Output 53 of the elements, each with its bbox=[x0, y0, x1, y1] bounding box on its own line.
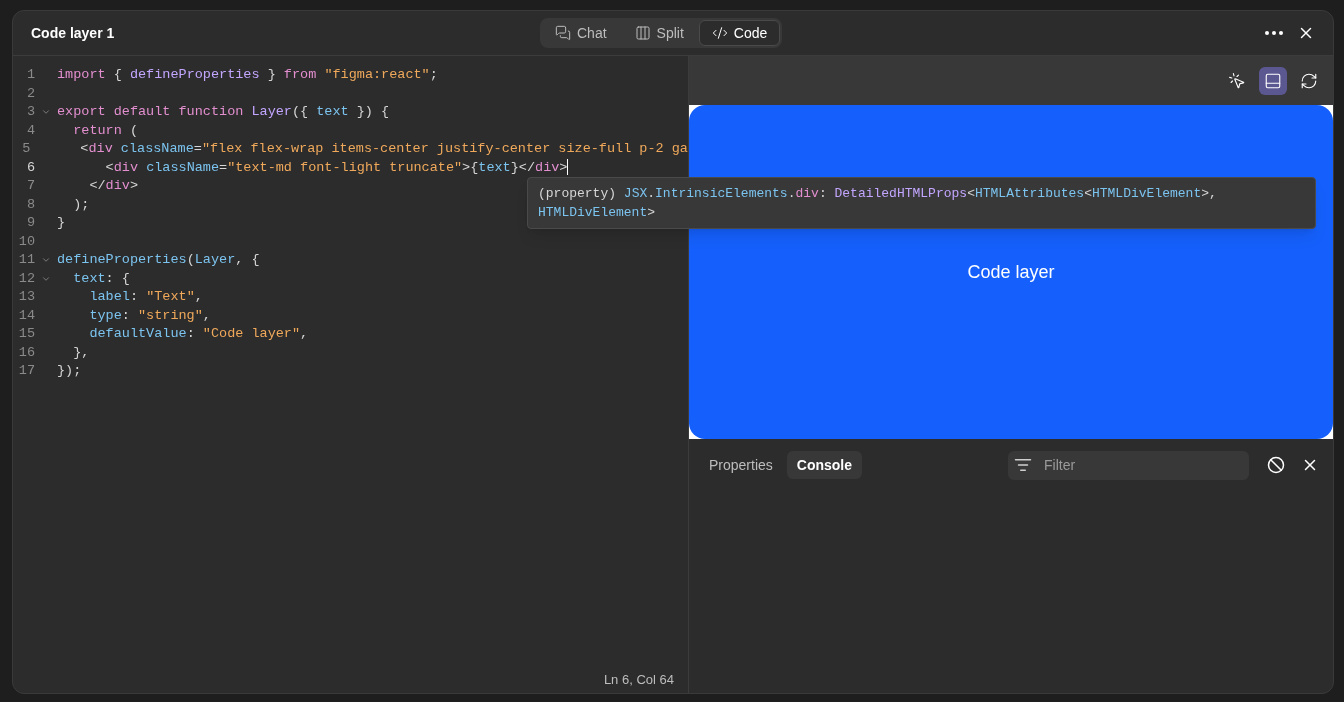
line-number: 6 bbox=[25, 158, 35, 177]
line-number: 2 bbox=[25, 84, 35, 103]
toolbar-button[interactable] bbox=[1259, 66, 1287, 95]
refresh-icon bbox=[1300, 71, 1318, 90]
line-number: 4 bbox=[25, 121, 35, 140]
code-line: } bbox=[57, 214, 66, 232]
code-line: <div className="flex flex-wrap items-center justify-center size-full p-2 ga bbox=[79, 140, 688, 158]
preview-text: Code layer bbox=[967, 260, 1055, 284]
view-tab[interactable]: Split bbox=[621, 20, 697, 46]
view-tab[interactable]: Chat bbox=[542, 20, 620, 46]
code-line: defaultValue: "Code layer", bbox=[88, 325, 309, 343]
line-number: 17 bbox=[17, 362, 35, 380]
line-number: 1 bbox=[25, 66, 35, 84]
view-tab[interactable]: Code bbox=[698, 20, 781, 46]
panel-tab[interactable]: Properties bbox=[699, 451, 783, 479]
line-number: 8 bbox=[25, 195, 35, 214]
code-line: export default function Layer({ text }) { bbox=[57, 103, 390, 121]
cursor-position: Ln 6, Col 64 bbox=[603, 671, 674, 690]
code-line: label: "Text", bbox=[88, 288, 203, 306]
line-number: 3 bbox=[25, 103, 35, 121]
code-line: ); bbox=[72, 195, 90, 214]
more-button[interactable] bbox=[1265, 31, 1283, 35]
more-icon bbox=[1265, 31, 1283, 35]
code-line: <div className="text-md font-light truncate">{text}</div> bbox=[104, 158, 569, 177]
code-line: type: "string", bbox=[88, 306, 211, 325]
line-number: 7 bbox=[25, 177, 35, 195]
line-number: 9 bbox=[25, 214, 35, 232]
panel-bottom-icon bbox=[1264, 71, 1282, 90]
filter-field[interactable]: Filter bbox=[1008, 450, 1249, 480]
code-line: defineProperties(Layer, { bbox=[57, 251, 260, 269]
panel-tab[interactable]: Console bbox=[786, 451, 863, 479]
code-line: </div> bbox=[88, 177, 139, 195]
line-number: 14 bbox=[17, 306, 35, 325]
code-line: return ( bbox=[72, 121, 138, 140]
clear-console-button[interactable] bbox=[1267, 456, 1285, 474]
columns-icon bbox=[634, 25, 651, 41]
line-number: 12 bbox=[17, 269, 35, 288]
code-line: text: { bbox=[72, 269, 130, 288]
chat-icon bbox=[555, 25, 571, 41]
line-number: 10 bbox=[17, 232, 35, 251]
line-number: 11 bbox=[17, 251, 35, 269]
pointer-click-icon bbox=[1228, 71, 1246, 90]
window-title: Code layer 1 bbox=[31, 23, 115, 43]
code-icon bbox=[711, 25, 728, 41]
line-number: 15 bbox=[17, 325, 35, 343]
line-number: 5 bbox=[21, 140, 31, 158]
code-line: import { defineProperties } from "figma:react"; bbox=[57, 66, 438, 84]
clear-icon bbox=[1267, 456, 1285, 474]
line-number: 13 bbox=[17, 288, 35, 306]
hover-tooltip: (property) JSX.IntrinsicElements.div: DetailedHTMLProps<HTMLAttributes<HTMLDivElement>, HTMLDivElement> bbox=[527, 177, 1316, 229]
code-line: }, bbox=[72, 343, 90, 362]
code-line: }); bbox=[57, 362, 82, 380]
line-number: 16 bbox=[17, 343, 35, 362]
